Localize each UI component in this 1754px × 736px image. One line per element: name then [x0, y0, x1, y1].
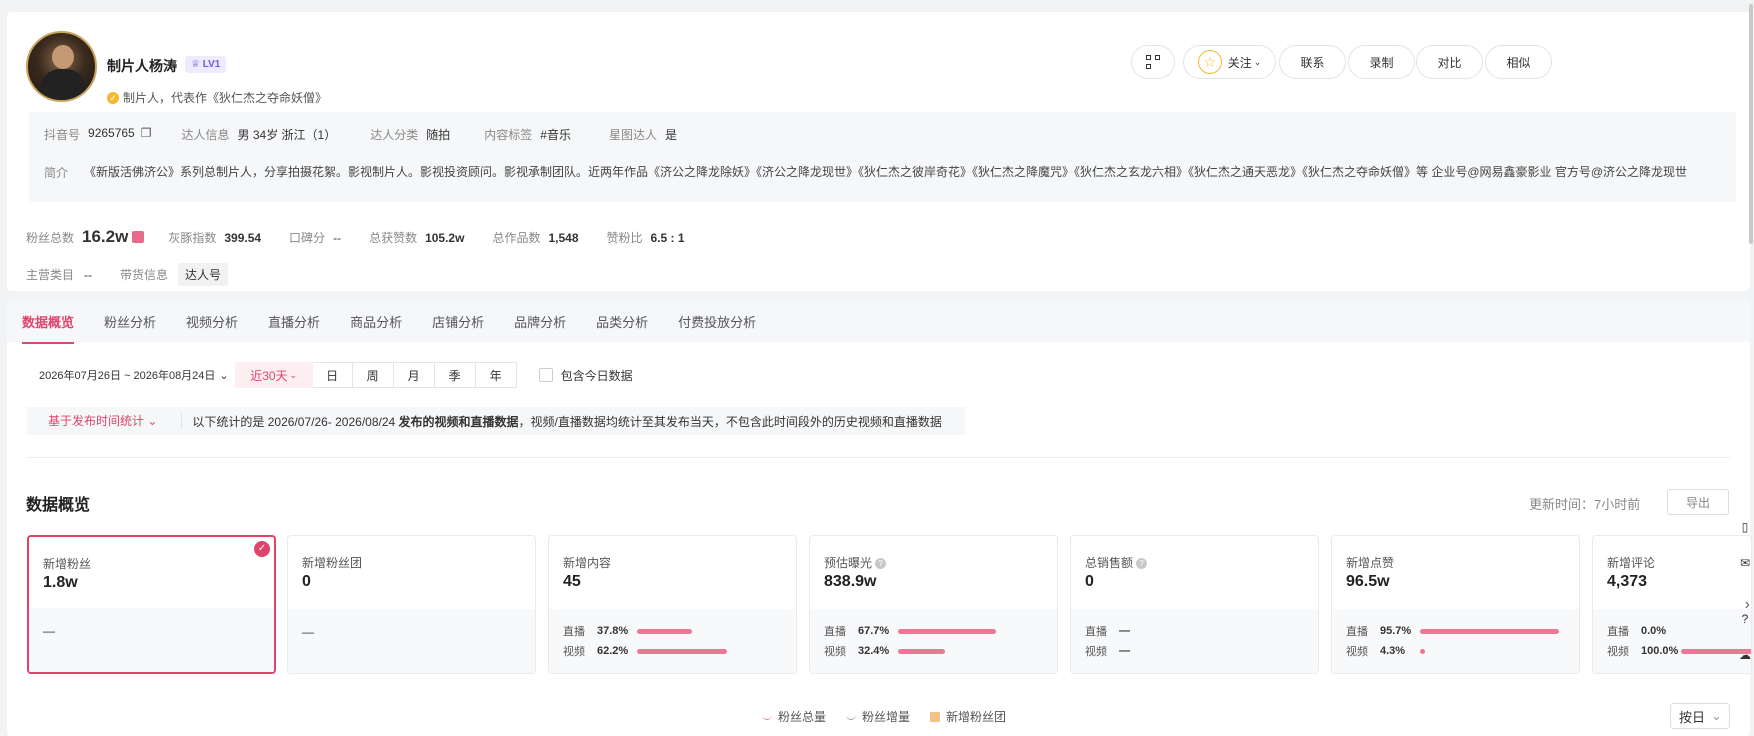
star-icon: ☆ [1197, 50, 1222, 74]
qr-code-icon [1146, 55, 1160, 69]
include-today-label: 包含今日数据 [560, 368, 633, 383]
record-button[interactable]: 录制 [1348, 45, 1415, 79]
tab-goods[interactable]: 商品分析 [350, 312, 402, 331]
stat-note-text: 以下统计的是 2026/07/26- 2026/08/24 发布的视频和直播数据… [192, 414, 942, 429]
contact-button[interactable]: 联系 [1279, 45, 1346, 79]
export-button[interactable]: 导出 [1667, 489, 1729, 515]
right-toolbar: ▯ ✉ ? ☁ [1736, 520, 1754, 662]
compare-button[interactable]: 对比 [1416, 45, 1483, 79]
main-card: 数据概览 粉丝分析 视频分析 直播分析 商品分析 店铺分析 品牌分析 品类分析 … [7, 300, 1752, 736]
legend-fan-group[interactable]: 新增粉丝团 [930, 708, 1006, 725]
similar-button[interactable]: 相似 [1485, 45, 1552, 79]
verified-icon: ✓ [107, 91, 119, 104]
chart-legend: 粉丝总量 粉丝增量 新增粉丝团 [762, 708, 1026, 725]
info-box: 抖音号 9265765 ❐ 达人信息 男 34岁 浙江（1） 达人分类 随拍 内… [29, 112, 1736, 202]
goods-tag: 达人号 [178, 263, 229, 286]
video-bar [898, 648, 945, 654]
category-row: 主营类目 -- 带货信息 达人号 [26, 263, 229, 286]
metric-exposure[interactable]: 预估曝光? 838.9w 直播 67.7% 视频 32.4% [809, 535, 1058, 674]
profile-name: 制片人杨涛 [107, 58, 177, 74]
filter-row: 2026年07月26日 ~ 2026年08月24日 ⌄ 近30天 ⌄ 日 周 月 季… [27, 362, 633, 388]
period-week[interactable]: 周 [352, 362, 394, 388]
divider [27, 457, 1730, 458]
granularity-select[interactable]: 按日 ⌄ [1670, 703, 1730, 729]
live-bar [1420, 628, 1559, 634]
question-icon[interactable]: ? [1742, 612, 1749, 626]
profile-card: 制片人杨涛 ♕ LV1 ✓ 制片人，代表作《狄仁杰之夺命妖僧》 ☆ 关注 ⌄ 联系… [7, 12, 1750, 291]
period-day[interactable]: 日 [312, 362, 353, 388]
video-bar [1420, 648, 1425, 654]
chevron-right-icon[interactable]: › [1745, 596, 1750, 614]
help-icon[interactable]: ? [1136, 558, 1148, 569]
live-bar [637, 628, 692, 634]
tab-shop[interactable]: 店铺分析 [432, 312, 484, 331]
follow-button[interactable]: ☆ 关注 ⌄ [1183, 45, 1276, 79]
fans-chart-icon[interactable] [132, 231, 145, 243]
tab-paid[interactable]: 付费投放分析 [678, 312, 756, 331]
metric-new-fans[interactable]: ✓ 新增粉丝 1.8w — [27, 535, 276, 674]
bio-label: 简介 [44, 166, 69, 180]
level-badge: ♕ LV1 [185, 56, 227, 73]
metric-new-content[interactable]: 新增内容 45 直播 37.8% 视频 62.2% [548, 535, 797, 674]
scrollbar[interactable] [1749, 4, 1753, 244]
period-quarter[interactable]: 季 [434, 362, 476, 388]
tab-category[interactable]: 品类分析 [596, 312, 648, 331]
douyin-id: 9265765 [88, 126, 135, 140]
wechat-icon[interactable]: ☁ [1739, 648, 1751, 662]
info-row: 抖音号 9265765 ❐ 达人信息 男 34岁 浙江（1） 达人分类 随拍 内… [44, 126, 677, 143]
avatar[interactable] [26, 31, 97, 102]
video-bar [637, 648, 728, 654]
verified-text: 制片人，代表作《狄仁杰之夺命妖僧》 [123, 91, 328, 105]
verified-info: ✓ 制片人，代表作《狄仁杰之夺命妖僧》 [107, 89, 327, 106]
update-time: 更新时间：7小时前 [1529, 497, 1641, 512]
metric-new-comments[interactable]: 新增评论 4,373 直播 0.0% 视频 100.0% [1592, 535, 1752, 674]
metric-sales[interactable]: 总销售额? 0 直播 — 视频 — [1070, 535, 1319, 674]
tab-bar: 数据概览 粉丝分析 视频分析 直播分析 商品分析 店铺分析 品牌分析 品类分析 … [7, 300, 1750, 344]
mail-icon[interactable]: ✉ [1740, 556, 1750, 570]
tab-video[interactable]: 视频分析 [186, 312, 238, 331]
qr-code-button[interactable] [1131, 45, 1175, 79]
period-year[interactable]: 年 [475, 362, 517, 388]
copy-icon[interactable]: ❐ [141, 126, 152, 143]
tab-live[interactable]: 直播分析 [268, 312, 320, 331]
stat-basis-select[interactable]: 基于发布时间统计 ⌄ [27, 413, 183, 429]
period-30days[interactable]: 近30天 ⌄ [234, 362, 313, 388]
tab-brand[interactable]: 品牌分析 [514, 312, 566, 331]
help-icon[interactable]: ? [875, 558, 887, 569]
legend-fans-total[interactable]: 粉丝总量 [762, 708, 826, 725]
stat-note: 基于发布时间统计 ⌄ 以下统计的是 2026/07/26- 2026/08/24… [27, 407, 965, 435]
live-bar [898, 628, 997, 634]
fans-total: 16.2w [82, 227, 129, 246]
legend-fans-increase[interactable]: 粉丝增量 [846, 708, 910, 725]
metric-new-fan-group[interactable]: 新增粉丝团 0 — [287, 535, 536, 674]
metric-new-likes[interactable]: 新增点赞 96.5w 直播 95.7% 视频 4.3% [1331, 535, 1580, 674]
bio-text: 《新版活佛济公》系列总制片人，分享拍摄花絮。影视制片人。影视投资顾问。影视承制团… [84, 165, 1688, 179]
chevron-down-icon: ⌄ [219, 369, 229, 382]
include-today-checkbox[interactable] [538, 368, 553, 382]
date-range-picker[interactable]: 2026年07月26日 ~ 2026年08月24日 ⌄ [27, 362, 235, 388]
phone-icon[interactable]: ▯ [1742, 520, 1749, 534]
tab-overview[interactable]: 数据概览 [22, 312, 75, 344]
period-month[interactable]: 月 [393, 362, 435, 388]
check-icon: ✓ [254, 541, 270, 557]
stats-row: 粉丝总数 16.2w 灰豚指数 399.54 口碑分 -- 总获赞数 105.2… [26, 227, 685, 246]
section-title: 数据概览 [26, 497, 91, 514]
tab-fans[interactable]: 粉丝分析 [104, 312, 156, 331]
chevron-down-icon: ⌄ [1253, 56, 1262, 67]
